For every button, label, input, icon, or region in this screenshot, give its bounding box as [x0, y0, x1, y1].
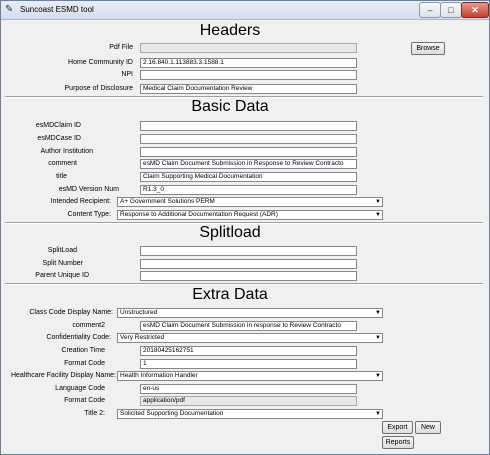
split-number-field[interactable]: [140, 259, 357, 269]
healthcare-facility-display-name-value: Health Information Handler: [120, 372, 198, 379]
npi-field[interactable]: [140, 70, 357, 80]
minimize-icon: –: [427, 5, 433, 15]
intended-recipient-label: Intended Recipient:: [50, 198, 111, 205]
maximize-button[interactable]: □: [440, 2, 462, 18]
esmd-case-id-field[interactable]: [140, 134, 357, 144]
extra-data-section-title: Extra Data: [192, 286, 268, 303]
class-code-display-name-value: Unstructured: [120, 309, 158, 316]
format-code-2-label: Format Code: [64, 397, 105, 404]
new-button[interactable]: New: [415, 421, 441, 434]
title-2-value: Solicited Supporting Documentation: [120, 410, 224, 417]
dropdown-arrow-icon: ▼: [375, 212, 381, 218]
intended-recipient-value: A+ Government Solutions PERM: [120, 198, 215, 205]
esmd-case-id-label: esMDCase ID: [37, 135, 81, 142]
comment2-label: comment2: [72, 322, 105, 329]
dropdown-arrow-icon: ▼: [375, 310, 381, 316]
confidentiality-code-label: Confidentiality Code:: [46, 334, 111, 341]
window-title: Suncoast ESMD tool: [20, 5, 94, 14]
split-number-label: Split Number: [42, 260, 83, 267]
esmd-claim-id-field[interactable]: [140, 121, 357, 131]
splitload-label: SplitLoad: [47, 247, 77, 254]
class-code-display-name-label: Class Code Display Name:: [29, 309, 113, 316]
parent-unique-id-label: Parent Unique ID: [35, 272, 89, 279]
splitload-field[interactable]: [140, 246, 357, 256]
main-form: Headers Pdf File Browse Home Community I…: [5, 20, 485, 451]
dropdown-arrow-icon: ▼: [375, 373, 381, 379]
language-code-label: Language Code: [55, 385, 105, 392]
dropdown-arrow-icon: ▼: [375, 199, 381, 205]
comment2-field[interactable]: esMD Claim Document Submission in respon…: [140, 321, 357, 331]
npi-label: NPI: [121, 71, 133, 78]
headers-section-title: Headers: [199, 22, 261, 39]
title-field[interactable]: Claim Supporting Medical Documentation: [140, 172, 357, 182]
maximize-icon: □: [448, 5, 454, 15]
close-button[interactable]: ✕: [461, 2, 489, 18]
browse-button[interactable]: Browse: [411, 42, 445, 55]
confidentiality-code-dropdown[interactable]: Very Restricted ▼: [117, 333, 383, 343]
dropdown-arrow-icon: ▼: [375, 335, 381, 341]
content-type-value: Response to Additional Documentation Req…: [120, 211, 278, 218]
format-code-2-field[interactable]: application/pdf: [140, 396, 357, 406]
content-type-label: Content Type:: [67, 211, 111, 218]
home-community-id-label: Home Community ID: [68, 59, 133, 66]
pdf-file-field[interactable]: [140, 43, 357, 53]
dropdown-arrow-icon: ▼: [375, 411, 381, 417]
esmd-version-num-field[interactable]: R1.3_0: [140, 185, 357, 195]
language-code-field[interactable]: en-us: [140, 384, 357, 394]
esmd-claim-id-label: esMDClaim ID: [35, 122, 81, 129]
purpose-of-disclosure-label: Purpose of Disclosure: [64, 85, 133, 92]
parent-unique-id-field[interactable]: [140, 271, 357, 281]
home-community-id-field[interactable]: 2.16.840.1.113883.3.1588.1: [140, 58, 357, 68]
export-button[interactable]: Export: [382, 421, 413, 434]
title-2-label: Title 2:: [84, 410, 105, 417]
reports-button[interactable]: Reports: [382, 436, 414, 449]
creation-time-label: Creation Time: [61, 347, 105, 354]
creation-time-field[interactable]: 20180425162751: [140, 346, 357, 356]
title-2-dropdown[interactable]: Solicited Supporting Documentation ▼: [117, 409, 383, 419]
app-window: ✎ Suncoast ESMD tool – □ ✕ Headers Pdf F…: [0, 0, 490, 455]
separator: [5, 283, 483, 285]
close-icon: ✕: [471, 5, 479, 15]
feather-icon: ✎: [5, 4, 14, 15]
minimize-button[interactable]: –: [419, 2, 441, 18]
comment-field[interactable]: esMD Claim Document Submission in Respon…: [140, 159, 357, 169]
intended-recipient-dropdown[interactable]: A+ Government Solutions PERM ▼: [117, 197, 383, 207]
purpose-of-disclosure-field[interactable]: Medical Claim Documentation Review: [140, 84, 357, 94]
format-code-label: Format Code: [64, 360, 105, 367]
title-bar[interactable]: ✎ Suncoast ESMD tool – □ ✕: [1, 1, 489, 20]
splitload-section-title: Splitload: [199, 224, 261, 241]
healthcare-facility-display-name-label: Healthcare Facility Display Name:: [10, 372, 116, 379]
class-code-display-name-dropdown[interactable]: Unstructured ▼: [117, 308, 383, 318]
format-code-field[interactable]: 1: [140, 359, 357, 369]
content-type-dropdown[interactable]: Response to Additional Documentation Req…: [117, 210, 383, 220]
comment-label: comment: [48, 160, 77, 167]
author-institution-label: Author Institution: [40, 148, 93, 155]
confidentiality-code-value: Very Restricted: [120, 334, 165, 341]
pdf-file-label: Pdf File: [109, 44, 133, 51]
healthcare-facility-display-name-dropdown[interactable]: Health Information Handler ▼: [117, 371, 383, 381]
basic-data-section-title: Basic Data: [191, 98, 269, 115]
author-institution-field[interactable]: [140, 147, 357, 157]
title-label: title: [56, 173, 67, 180]
esmd-version-num-label: esMD Version Num: [58, 186, 119, 193]
